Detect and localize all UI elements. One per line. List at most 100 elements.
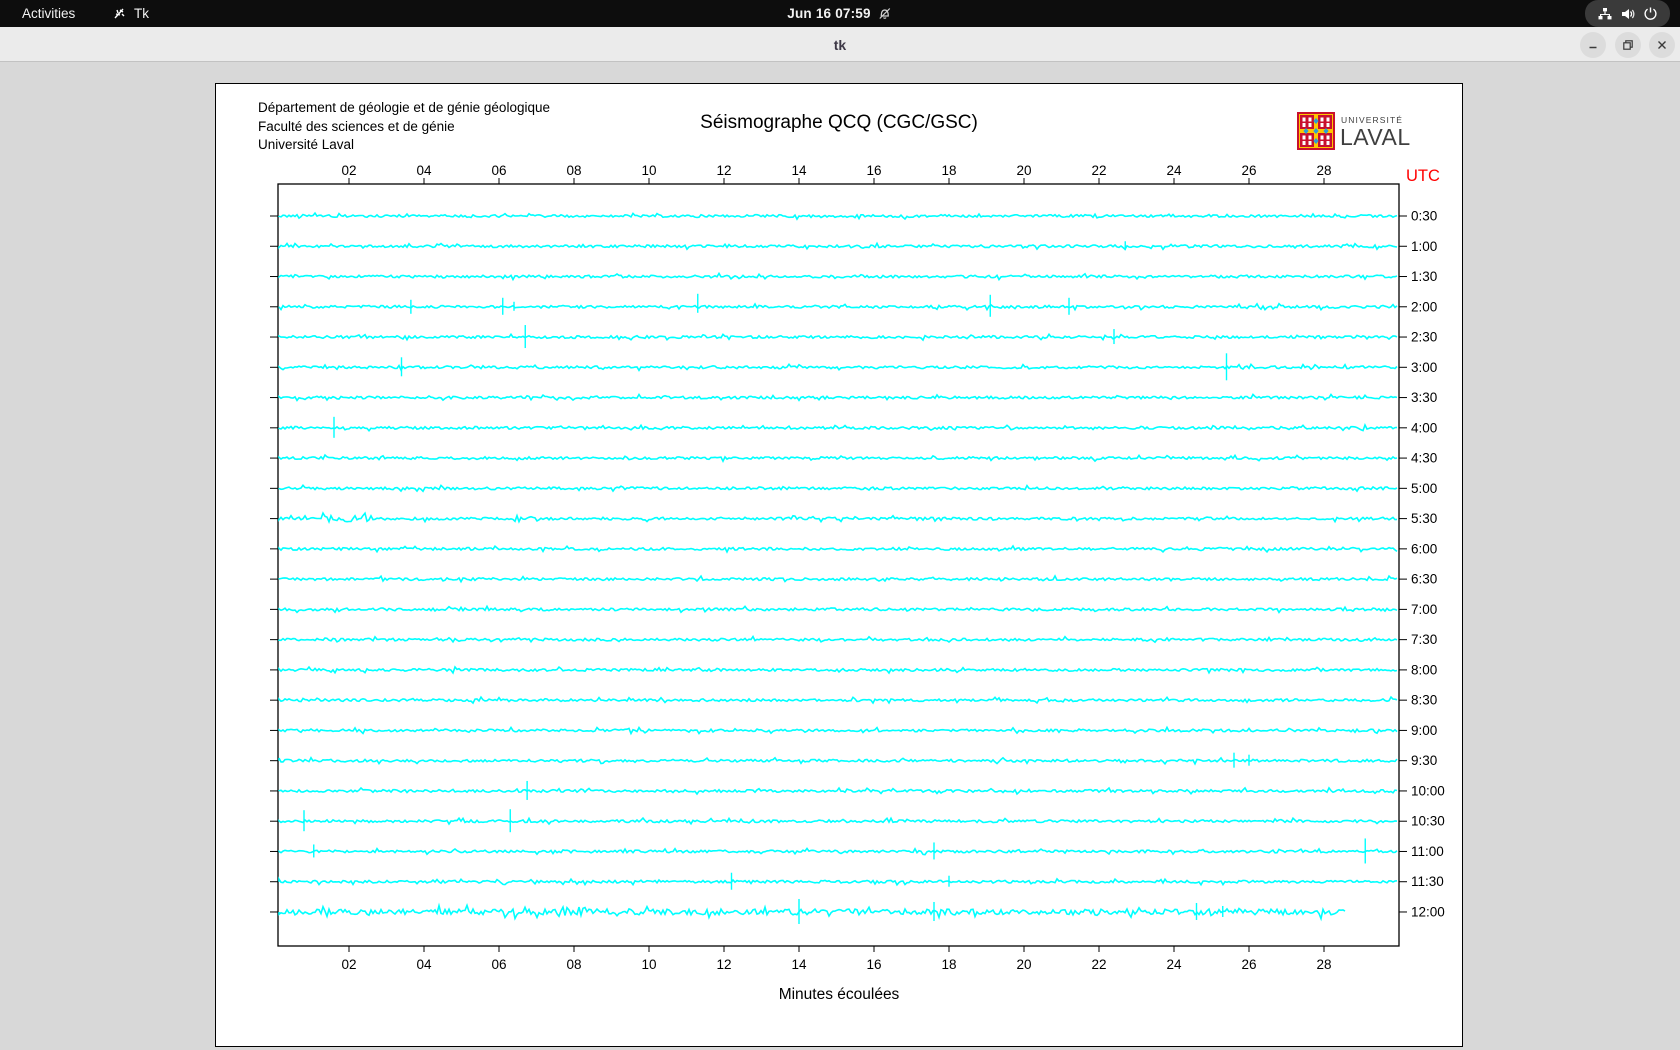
utc-row-label: 10:00 <box>1411 783 1445 798</box>
utc-row-label: 5:30 <box>1411 511 1437 526</box>
x-tick-label-bottom: 12 <box>716 957 731 972</box>
seismo-trace-row <box>278 241 1398 251</box>
quick-settings-button[interactable] <box>1585 0 1670 27</box>
seismo-trace-row <box>278 786 1398 796</box>
utc-row-label: 1:30 <box>1411 269 1437 284</box>
seismo-trace-row <box>278 332 1398 342</box>
seismo-trace-row <box>278 392 1398 402</box>
seismo-trace-row <box>278 635 1398 644</box>
app-menu-label: Tk <box>134 6 149 21</box>
x-tick-label-top: 28 <box>1316 163 1331 178</box>
app-menu-button[interactable]: Tk <box>106 0 155 27</box>
minimize-icon <box>1589 46 1597 49</box>
close-button[interactable] <box>1649 32 1675 58</box>
seismo-trace-row <box>278 362 1398 372</box>
seismo-trace-row <box>278 604 1398 614</box>
utc-row-label: 10:30 <box>1411 814 1445 829</box>
bell-muted-icon <box>878 6 893 21</box>
x-tick-label-top: 06 <box>491 163 506 178</box>
utc-row-label: 11:00 <box>1411 844 1444 859</box>
utc-row-label: 6:00 <box>1411 541 1437 556</box>
seismo-trace-row <box>278 211 1398 221</box>
seismo-trace-row <box>278 847 1398 856</box>
x-tick-label-bottom: 22 <box>1091 957 1106 972</box>
utc-row-label: 7:30 <box>1411 632 1437 647</box>
utc-row-label: 8:30 <box>1411 693 1437 708</box>
x-tick-label-top: 20 <box>1016 163 1031 178</box>
seismo-trace-row <box>278 422 1398 432</box>
seismo-trace-row <box>278 302 1398 312</box>
x-tick-label-top: 10 <box>641 163 656 178</box>
utc-row-label: 3:30 <box>1411 390 1437 405</box>
utc-row-label: 9:00 <box>1411 723 1437 738</box>
window-body: Département de géologie et de génie géol… <box>0 63 1680 1050</box>
x-tick-label-bottom: 02 <box>341 957 356 972</box>
activities-label: Activities <box>22 6 76 21</box>
x-tick-label-bottom: 10 <box>641 957 656 972</box>
utc-row-label: 0:30 <box>1411 209 1437 224</box>
seismo-trace-row <box>278 902 1346 922</box>
seismo-trace-row <box>278 484 1398 493</box>
seismo-trace-row <box>278 816 1398 826</box>
seismo-trace-row <box>278 665 1398 675</box>
utc-row-label: 5:00 <box>1411 481 1437 496</box>
clock-button[interactable]: Jun 16 07:59 <box>787 0 892 27</box>
x-tick-label-top: 26 <box>1241 163 1256 178</box>
plot-frame <box>277 183 1400 947</box>
seismo-trace-row <box>278 511 1398 525</box>
volume-icon <box>1620 6 1636 22</box>
gnome-top-bar: Activities Tk Jun 16 07:59 <box>0 0 1680 27</box>
x-tick-label-bottom: 16 <box>866 957 881 972</box>
utc-row-label: 12:00 <box>1411 904 1445 919</box>
tk-icon <box>112 6 127 21</box>
close-icon <box>1658 41 1666 49</box>
activities-button[interactable]: Activities <box>14 0 83 27</box>
utc-row-label: 3:00 <box>1411 360 1437 375</box>
x-tick-label-bottom: 14 <box>791 957 807 972</box>
clock-label: Jun 16 07:59 <box>787 6 871 21</box>
x-tick-label-bottom: 04 <box>416 957 432 972</box>
seismo-trace-row <box>278 271 1398 282</box>
seismo-trace-row <box>278 453 1398 464</box>
x-tick-label-top: 04 <box>416 163 432 178</box>
maximize-button[interactable] <box>1615 32 1641 58</box>
x-tick-label-top: 16 <box>866 163 881 178</box>
seismogram-plot: 02 02 04 04 06 06 08 08 10 10 12 12 14 14 16 16 18 18 20 20… <box>270 163 1445 972</box>
utc-row-label: 1:00 <box>1411 239 1437 254</box>
utc-row-label: 8:00 <box>1411 662 1437 677</box>
x-tick-label-bottom: 26 <box>1241 957 1256 972</box>
utc-row-label: 4:30 <box>1411 451 1437 466</box>
x-tick-label-top: 22 <box>1091 163 1106 178</box>
seismo-trace-row <box>278 544 1398 554</box>
x-axis-label: Minutes écoulées <box>778 986 900 1003</box>
window-titlebar: tk <box>0 27 1680 62</box>
x-tick-label-top: 18 <box>941 163 956 178</box>
x-tick-label-bottom: 18 <box>941 957 956 972</box>
utc-row-label: 2:30 <box>1411 330 1437 345</box>
window-title: tk <box>833 36 847 53</box>
minimize-button[interactable] <box>1580 32 1606 58</box>
x-tick-label-top: 24 <box>1166 163 1182 178</box>
utc-row-label: 2:00 <box>1411 299 1437 314</box>
power-icon <box>1643 6 1658 21</box>
x-tick-label-bottom: 08 <box>566 957 581 972</box>
seismograph-canvas: Département de géologie et de génie géol… <box>215 83 1463 1047</box>
x-tick-label-bottom: 06 <box>491 957 506 972</box>
utc-row-label: 6:30 <box>1411 572 1437 587</box>
seismo-trace-row <box>278 695 1398 705</box>
utc-row-label: 7:00 <box>1411 602 1437 617</box>
utc-row-label: 11:30 <box>1411 874 1444 889</box>
seismo-trace-row <box>278 756 1398 766</box>
x-tick-label-bottom: 20 <box>1016 957 1031 972</box>
utc-row-label: 9:30 <box>1411 753 1437 768</box>
seismo-trace-row <box>278 574 1398 584</box>
seismo-trace-row <box>278 876 1398 887</box>
x-tick-label-top: 12 <box>716 163 731 178</box>
x-tick-label-bottom: 24 <box>1166 957 1182 972</box>
x-tick-label-top: 14 <box>791 163 807 178</box>
utc-axis-title: UTC <box>1406 167 1440 185</box>
x-tick-label-bottom: 28 <box>1316 957 1331 972</box>
network-icon <box>1597 6 1613 22</box>
utc-row-label: 4:00 <box>1411 420 1437 435</box>
seismo-trace-row <box>278 725 1398 736</box>
